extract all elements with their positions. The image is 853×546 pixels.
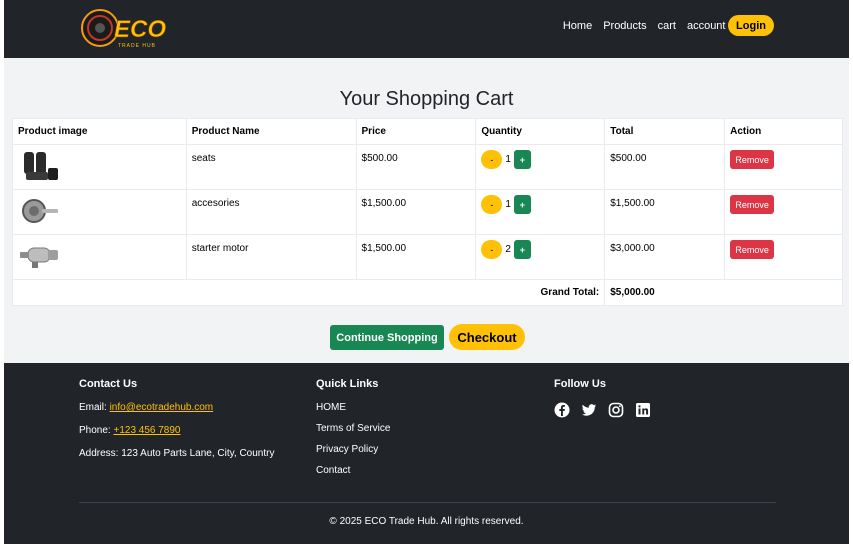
quantity-stepper: - 1 + xyxy=(481,195,599,214)
remove-button[interactable]: Remove xyxy=(730,150,775,169)
table-row: accesories $1,500.00 - 1 + $1,500.00 Rem… xyxy=(12,189,843,235)
continue-shopping-button[interactable]: Continue Shopping xyxy=(330,325,444,350)
action-cell: Remove xyxy=(724,189,843,235)
svg-text:ECO: ECO xyxy=(114,16,166,43)
page-title: Your Shopping Cart xyxy=(339,88,514,110)
header-product-image: Product image xyxy=(12,118,187,145)
linkedin-icon[interactable] xyxy=(635,402,651,418)
nav-cart[interactable]: cart xyxy=(658,20,676,32)
product-price: $1,500.00 xyxy=(355,189,477,235)
quantity-value: 1 xyxy=(505,154,511,165)
nav-account[interactable]: account xyxy=(687,20,726,32)
contact-address: Address: 123 Auto Parts Lane, City, Coun… xyxy=(79,448,275,459)
email-link[interactable]: info@ecotradehub.com xyxy=(110,402,214,413)
copyright-text: © 2025 ECO Trade Hub. All rights reserve… xyxy=(329,516,524,527)
product-name: starter motor xyxy=(185,234,357,280)
increase-quantity-button[interactable]: + xyxy=(513,240,531,259)
navbar: ECO TRADE HUB Home Products cart account… xyxy=(4,0,849,58)
decrease-quantity-button[interactable]: - xyxy=(481,240,503,259)
quantity-value: 2 xyxy=(505,244,511,255)
quick-link-home[interactable]: HOME xyxy=(316,402,390,413)
login-button[interactable]: Login xyxy=(728,15,774,36)
footer: Contact Us Email: info@ecotradehub.com P… xyxy=(4,363,849,544)
checkout-button[interactable]: Checkout xyxy=(449,324,525,350)
quick-link-terms[interactable]: Terms of Service xyxy=(316,423,390,434)
table-row: starter motor $1,500.00 - 2 + $3,000.00 … xyxy=(12,234,843,280)
quantity-value: 1 xyxy=(505,199,511,210)
nav-products[interactable]: Products xyxy=(603,20,646,32)
quantity-cell: - 1 + xyxy=(475,144,606,190)
product-total: $3,000.00 xyxy=(604,234,726,280)
instagram-icon[interactable] xyxy=(608,402,624,418)
product-name: accesories xyxy=(185,189,357,235)
product-image-accesories xyxy=(22,199,58,223)
contact-phone: Phone: +123 456 7890 xyxy=(79,425,181,436)
twitter-icon[interactable] xyxy=(581,402,597,418)
product-image-cell xyxy=(12,144,187,190)
contact-title: Contact Us xyxy=(79,378,138,390)
brand-logo[interactable]: ECO TRADE HUB xyxy=(80,6,180,50)
product-total: $500.00 xyxy=(604,144,726,190)
product-image-seats xyxy=(24,152,58,180)
increase-quantity-button[interactable]: + xyxy=(513,150,531,169)
table-header-row: Product image Product Name Price Quantit… xyxy=(12,118,843,145)
contact-email: Email: info@ecotradehub.com xyxy=(79,402,214,413)
nav-links: Home Products cart account sell xyxy=(563,20,753,32)
nav-home[interactable]: Home xyxy=(563,20,592,32)
quick-links-title: Quick Links xyxy=(316,378,379,390)
product-image-cell xyxy=(12,189,187,235)
action-cell: Remove xyxy=(724,234,843,280)
product-image-starter-motor xyxy=(20,247,58,268)
quick-link-privacy[interactable]: Privacy Policy xyxy=(316,444,390,455)
product-image-cell xyxy=(12,234,187,280)
footer-divider xyxy=(79,502,776,503)
phone-link[interactable]: +123 456 7890 xyxy=(113,425,180,436)
product-price: $500.00 xyxy=(355,144,477,190)
quantity-stepper: - 1 + xyxy=(481,150,599,169)
quick-link-contact[interactable]: Contact xyxy=(316,465,390,476)
table-row: seats $500.00 - 1 + $500.00 Remove xyxy=(12,144,843,190)
grand-total-value: $5,000.00 xyxy=(604,279,843,306)
svg-text:TRADE HUB: TRADE HUB xyxy=(118,43,156,49)
decrease-quantity-button[interactable]: - xyxy=(481,195,503,214)
remove-button[interactable]: Remove xyxy=(730,195,775,214)
remove-button[interactable]: Remove xyxy=(730,240,775,259)
product-price: $1,500.00 xyxy=(355,234,477,280)
cart-table: Product image Product Name Price Quantit… xyxy=(11,118,843,306)
facebook-icon[interactable] xyxy=(554,402,570,418)
header-total: Total xyxy=(604,118,726,145)
header-quantity: Quantity xyxy=(475,118,606,145)
social-icons xyxy=(554,402,651,418)
follow-title: Follow Us xyxy=(554,378,606,390)
product-name: seats xyxy=(185,144,357,190)
page: ECO TRADE HUB Home Products cart account… xyxy=(4,0,849,544)
header-product-name: Product Name xyxy=(185,118,357,145)
quantity-cell: - 1 + xyxy=(475,189,606,235)
action-cell: Remove xyxy=(724,144,843,190)
quantity-cell: - 2 + xyxy=(475,234,606,280)
footer-follow: Follow Us xyxy=(554,378,651,418)
footer-contact: Contact Us Email: info@ecotradehub.com P… xyxy=(79,378,274,471)
product-total: $1,500.00 xyxy=(604,189,726,235)
footer-quick-links: Quick Links HOME Terms of Service Privac… xyxy=(316,378,390,486)
header-price: Price xyxy=(355,118,477,145)
increase-quantity-button[interactable]: + xyxy=(513,195,531,214)
grand-total-row: Grand Total: $5,000.00 xyxy=(11,279,843,306)
decrease-quantity-button[interactable]: - xyxy=(481,150,503,169)
header-action: Action xyxy=(724,118,843,145)
quantity-stepper: - 2 + xyxy=(481,240,599,259)
grand-total-label: Grand Total: xyxy=(11,279,606,306)
